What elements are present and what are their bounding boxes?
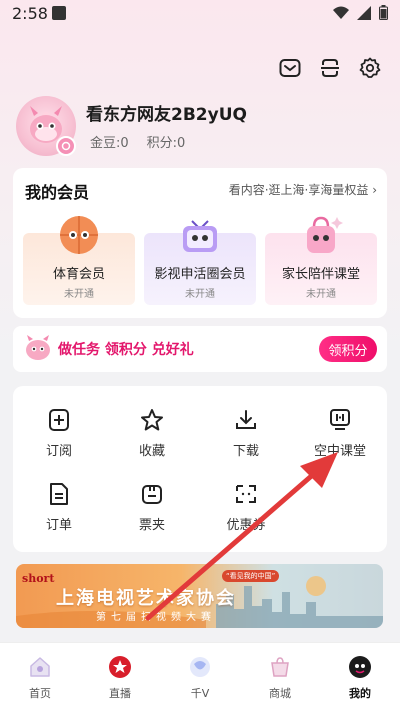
nav-qianv[interactable]: 千V	[160, 643, 240, 710]
tv-mascot-icon	[183, 220, 217, 252]
membership-tiles: 体育会员 未开通 影视申活圈会员 未开通 家长陪伴课堂 未开通	[23, 216, 377, 305]
coupon-icon	[236, 485, 256, 503]
service-label: 票夹	[138, 518, 165, 533]
status-bar: 2:58	[0, 0, 400, 28]
tile-name: 影视申活圈会员	[154, 267, 246, 282]
earn-points-button[interactable]: 领积分	[319, 336, 377, 362]
membership-title: 我的会员	[25, 183, 90, 202]
bottom-nav: 首页 直播 千V 商城 我的	[0, 642, 400, 710]
points-count[interactable]: 积分:0	[147, 132, 186, 151]
ad-logo: short	[22, 572, 55, 585]
task-mascot-icon	[26, 335, 50, 360]
tile-sports-membership[interactable]: 体育会员 未开通	[23, 216, 135, 305]
service-label: 收藏	[138, 444, 165, 459]
service-label: 下载	[232, 444, 259, 459]
nav-label: 首页	[29, 687, 51, 700]
mail-icon	[279, 59, 301, 77]
home-icon	[30, 657, 50, 677]
service-downloads[interactable]: 下载	[206, 408, 286, 468]
ad-title: 上海电视艺术家协会	[56, 588, 236, 609]
badge-icon	[61, 141, 71, 151]
service-air-classroom[interactable]: 空中课堂	[300, 408, 380, 468]
service-label: 订单	[45, 518, 72, 533]
status-indicators	[333, 5, 388, 20]
basketball-mascot-icon	[60, 216, 98, 254]
scan-button[interactable]	[318, 56, 342, 80]
nav-mall[interactable]: 商城	[240, 643, 320, 710]
user-stats: 金豆:0 积分:0	[90, 132, 185, 151]
vip-badge	[56, 136, 76, 156]
signal-icon	[357, 5, 371, 20]
task-banner[interactable]: 做任务 领积分 兑好礼 领积分	[13, 326, 387, 372]
service-ticket-wallet[interactable]: 票夹	[112, 482, 192, 542]
nav-home[interactable]: 首页	[0, 643, 80, 710]
qianv-icon	[190, 657, 210, 677]
settings-button[interactable]	[358, 56, 382, 80]
ad-tag: “看见我的中国”	[222, 570, 280, 582]
scan-icon	[321, 59, 339, 77]
task-text: 做任务 领积分 兑好礼	[58, 342, 194, 358]
tile-status: 未开通	[306, 289, 336, 300]
battery-icon	[379, 5, 388, 20]
air-classroom-icon	[330, 409, 350, 430]
subscribe-icon	[49, 409, 69, 431]
nav-label: 千V	[190, 687, 210, 700]
ad-banner[interactable]: short 上海电视艺术家协会 第七届扫视频大赛 “看见我的中国”	[16, 564, 383, 628]
service-label: 优惠券	[226, 518, 266, 533]
mine-icon	[349, 656, 371, 678]
tile-film-membership[interactable]: 影视申活圈会员 未开通	[144, 220, 256, 305]
notification-icon	[52, 6, 66, 20]
nav-label: 我的	[349, 687, 371, 700]
message-button[interactable]	[278, 56, 302, 80]
status-time: 2:58	[12, 4, 48, 23]
bag-mascot-icon	[307, 216, 343, 253]
mall-icon	[271, 657, 289, 677]
membership-benefits-text: 看内容·逛上海·享海量权益	[228, 183, 369, 197]
nav-mine[interactable]: 我的	[320, 643, 400, 710]
star-icon	[141, 409, 163, 431]
order-icon	[50, 483, 68, 505]
service-orders[interactable]: 订单	[19, 482, 99, 542]
gear-icon	[359, 57, 381, 78]
tile-name: 体育会员	[52, 267, 105, 282]
live-icon	[109, 656, 131, 678]
coins-count[interactable]: 金豆:0	[90, 132, 129, 151]
tile-status: 未开通	[64, 289, 94, 300]
service-label: 空中课堂	[313, 444, 366, 459]
tile-status: 未开通	[185, 289, 215, 300]
wallet-icon	[142, 485, 162, 504]
tile-parent-classroom[interactable]: 家长陪伴课堂 未开通	[265, 216, 377, 305]
services-card: 订阅 收藏 下载 空中课堂 订单 票夹 优惠券	[13, 386, 387, 552]
nav-label: 商城	[269, 687, 291, 700]
nav-live[interactable]: 直播	[80, 643, 160, 710]
username[interactable]: 看东方网友2B2yUQ	[86, 100, 247, 125]
service-subscribe[interactable]: 订阅	[19, 408, 99, 468]
membership-benefits-link[interactable]: 看内容·逛上海·享海量权益 ›	[229, 181, 377, 198]
tile-name: 家长陪伴课堂	[281, 267, 360, 282]
top-actions	[278, 56, 382, 80]
download-icon	[236, 410, 256, 429]
ad-subtitle: 第七届扫视频大赛	[96, 612, 216, 623]
wifi-icon	[333, 6, 349, 19]
nav-label: 直播	[109, 687, 131, 700]
service-favorites[interactable]: 收藏	[112, 408, 192, 468]
service-coupons[interactable]: 优惠券	[206, 482, 286, 542]
service-label: 订阅	[45, 444, 72, 459]
chevron-right-icon: ›	[372, 183, 377, 197]
membership-card: 我的会员 看内容·逛上海·享海量权益 › 体育会员 未开通 影视申活圈会员 未开…	[13, 168, 387, 318]
